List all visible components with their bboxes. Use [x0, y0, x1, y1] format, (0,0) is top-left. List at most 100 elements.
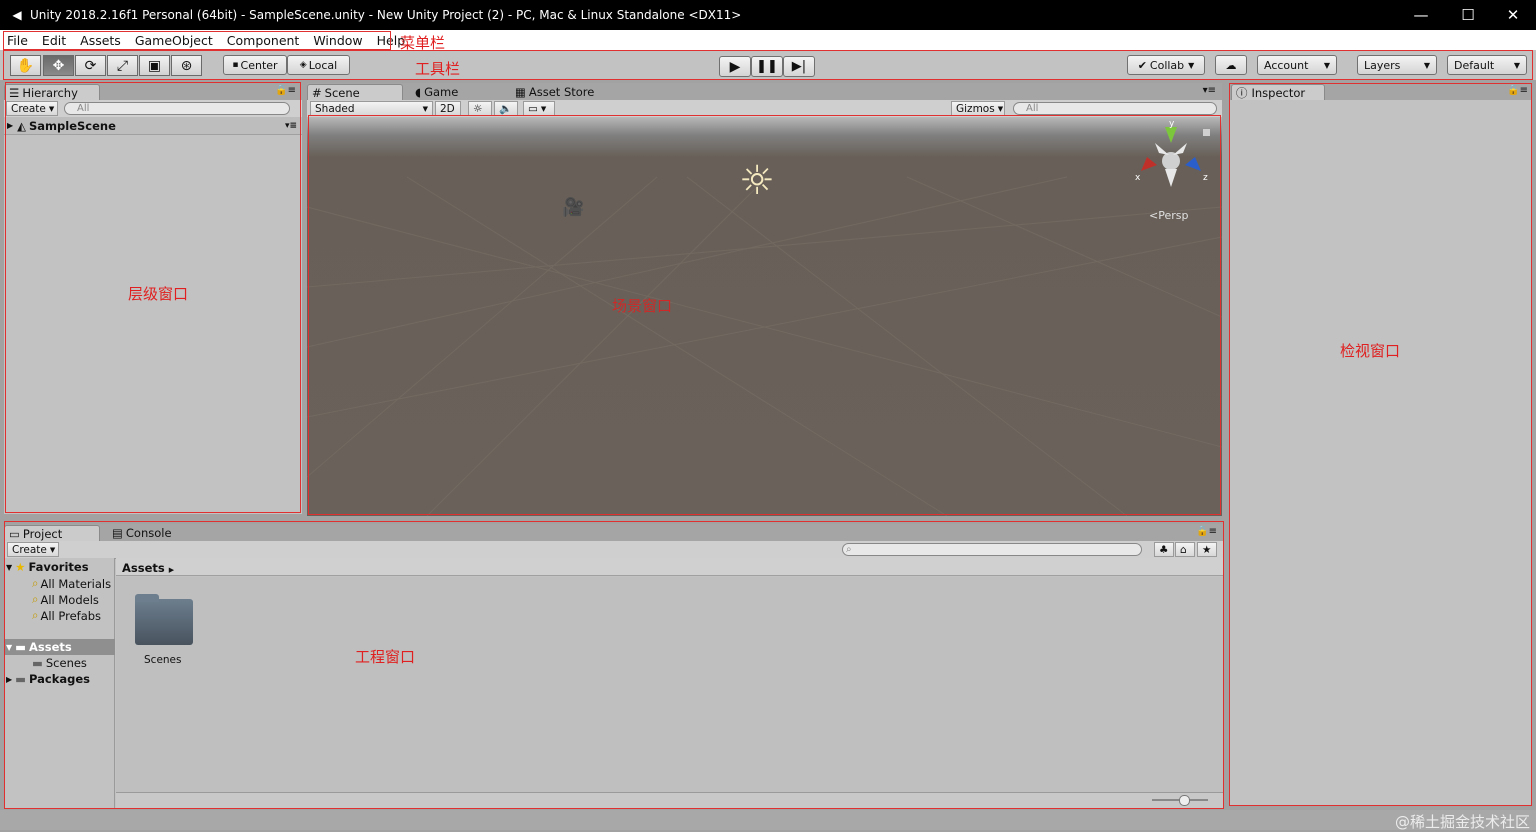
folder-icon: ▬: [15, 640, 26, 654]
hierarchy-create-button[interactable]: Create▼: [6, 101, 58, 116]
fav-all-prefabs[interactable]: ⌕All Prefabs: [32, 608, 101, 623]
tab-scene[interactable]: #Scene: [307, 84, 403, 100]
tab-game[interactable]: ◖Game: [411, 84, 501, 100]
folder-icon: ▬: [32, 656, 43, 670]
play-icon: ▶: [730, 59, 741, 75]
panel-menu-icon[interactable]: 🔒≡: [275, 85, 296, 96]
fav-label: All Materials: [40, 577, 111, 591]
rotate-tool-icon[interactable]: ⟳: [75, 55, 106, 76]
collab-check-icon: ✔: [1138, 59, 1147, 72]
pivot-center-button[interactable]: ▪Center: [223, 55, 287, 75]
account-dropdown[interactable]: Account▼: [1257, 55, 1337, 75]
local-icon: ◈: [300, 60, 307, 70]
filter-label-button[interactable]: ⌂: [1175, 542, 1195, 557]
menu-file[interactable]: File: [0, 33, 35, 48]
star-icon: ★: [1202, 544, 1211, 556]
collab-dropdown[interactable]: ✔Collab▼: [1127, 55, 1205, 75]
hand-tool-icon[interactable]: ✋: [10, 55, 41, 76]
projection-toggle[interactable]: <Persp: [1149, 209, 1188, 222]
hierarchy-search-input[interactable]: All: [64, 102, 290, 115]
tab-console-label: Console: [126, 526, 172, 540]
project-search-input[interactable]: ⌕: [842, 543, 1142, 556]
chevron-down-icon: ▼: [1324, 61, 1330, 70]
panel-menu-icon[interactable]: 🔒≡: [1507, 85, 1528, 96]
scenes-folder-icon[interactable]: [135, 599, 193, 645]
tab-inspector[interactable]: ⓘInspector: [1231, 84, 1325, 100]
breadcrumb-assets[interactable]: Assets: [122, 561, 165, 575]
maximize-button[interactable]: ☐: [1445, 0, 1491, 30]
hierarchy-toolbar: Create▼ All: [4, 100, 302, 118]
tab-console[interactable]: ▤Console: [108, 525, 198, 541]
cloud-icon: ☁: [1226, 59, 1237, 72]
speaker-icon: 🔈: [499, 102, 512, 115]
close-button[interactable]: ✕: [1490, 0, 1536, 30]
menu-window[interactable]: Window: [306, 33, 369, 48]
inspector-tabstrip: ⓘInspector 🔒≡: [1229, 83, 1532, 100]
packages-label: Packages: [29, 672, 90, 686]
cloud-button[interactable]: ☁: [1215, 55, 1247, 75]
tab-hierarchy[interactable]: ☰Hierarchy: [4, 84, 100, 100]
pause-button[interactable]: ❚❚: [751, 56, 783, 77]
tab-game-label: Game: [424, 85, 458, 99]
pivot-local-button[interactable]: ◈Local: [287, 55, 350, 75]
tab-project[interactable]: ▭Project: [4, 525, 100, 541]
expand-arrow-icon[interactable]: ▶: [7, 121, 13, 130]
transform-tool-icon[interactable]: ⊛: [171, 55, 202, 76]
scene-annotation: 场景窗口: [612, 295, 672, 316]
project-footer: [116, 792, 1223, 808]
chevron-down-icon: ▼: [423, 105, 428, 113]
orientation-gizmo[interactable]: y x z: [1135, 125, 1207, 197]
create-label: Create: [11, 103, 46, 115]
gizmo-lock-icon[interactable]: [1203, 129, 1210, 136]
menu-component[interactable]: Component: [220, 33, 307, 48]
favorite-button[interactable]: ★: [1197, 542, 1217, 557]
favorites-item[interactable]: ▼★Favorites: [6, 560, 89, 574]
layers-dropdown[interactable]: Layers▼: [1357, 55, 1437, 75]
rect-tool-icon[interactable]: ▣: [139, 55, 170, 76]
camera-icon[interactable]: 🎥: [562, 197, 584, 218]
menu-assets[interactable]: Assets: [73, 33, 128, 48]
menu-edit[interactable]: Edit: [35, 33, 73, 48]
effects-dropdown[interactable]: ▭▼: [523, 101, 555, 116]
assets-item[interactable]: ▼▬Assets: [4, 639, 115, 655]
panel-menu-icon[interactable]: 🔒≡: [1196, 526, 1217, 537]
expand-arrow-icon[interactable]: ▼: [6, 563, 12, 572]
assets-label: Assets: [29, 640, 72, 654]
watermark: @稀土掘金技术社区: [1395, 811, 1530, 832]
zoom-slider-handle[interactable]: [1179, 795, 1190, 806]
layout-dropdown[interactable]: Default▼: [1447, 55, 1527, 75]
menu-gameobject[interactable]: GameObject: [128, 33, 220, 48]
scale-tool-icon[interactable]: ⤢: [107, 55, 138, 76]
breadcrumb: Assets ▶: [116, 558, 1223, 576]
panel-menu-icon[interactable]: ▾≡: [1203, 85, 1216, 96]
minimize-button[interactable]: —: [1398, 0, 1444, 30]
chevron-down-icon: ▼: [49, 105, 54, 113]
shading-mode-dropdown[interactable]: Shaded▼: [310, 101, 433, 116]
packages-item[interactable]: ▶▬Packages: [6, 672, 90, 686]
star-icon: ★: [15, 560, 25, 574]
lighting-toggle[interactable]: ☼: [468, 101, 492, 116]
scene-search-input[interactable]: All: [1013, 102, 1217, 115]
pause-icon: ❚❚: [756, 59, 778, 74]
scene-root-item[interactable]: ▶ ◭ SampleScene ▾≡: [4, 117, 302, 135]
expand-arrow-icon[interactable]: ▼: [6, 643, 12, 652]
expand-arrow-icon[interactable]: ▶: [6, 675, 12, 684]
fav-all-materials[interactable]: ⌕All Materials: [32, 576, 111, 591]
scene-viewport[interactable]: ☼ 🎥 y x z <Persp: [307, 117, 1222, 516]
inspector-panel: ⓘInspector 🔒≡: [1229, 83, 1532, 806]
tab-asset-store[interactable]: ▦Asset Store: [511, 84, 621, 100]
2d-toggle[interactable]: 2D: [435, 101, 461, 116]
fav-all-models[interactable]: ⌕All Models: [32, 592, 99, 607]
item-menu-icon[interactable]: ▾≡: [285, 121, 297, 131]
persp-label: Persp: [1158, 209, 1188, 222]
scenes-item[interactable]: ▬Scenes: [32, 656, 87, 670]
audio-toggle[interactable]: 🔈: [494, 101, 518, 116]
fav-label: All Prefabs: [40, 609, 101, 623]
directional-light-icon[interactable]: ☼: [739, 161, 775, 201]
gizmos-dropdown[interactable]: Gizmos▼: [951, 101, 1005, 116]
play-button[interactable]: ▶: [719, 56, 751, 77]
filter-type-button[interactable]: ♣: [1154, 542, 1174, 557]
project-create-button[interactable]: Create▼: [7, 542, 59, 557]
step-button[interactable]: ▶|: [783, 56, 815, 77]
move-tool-icon[interactable]: ✥: [43, 55, 74, 76]
